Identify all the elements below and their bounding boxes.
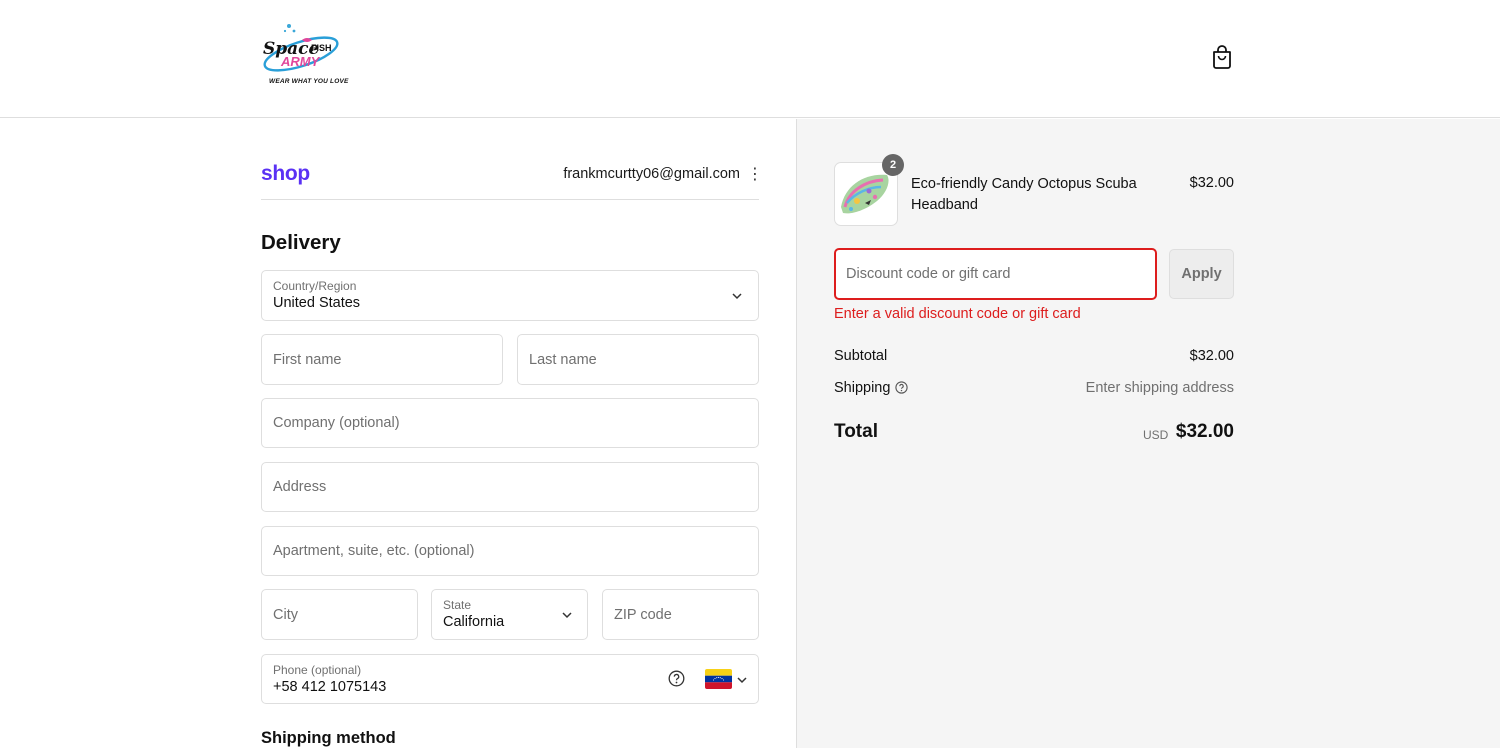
svg-text:FISH: FISH bbox=[311, 43, 332, 53]
last-name-field[interactable]: Last name bbox=[517, 334, 759, 385]
chevron-down-icon[interactable] bbox=[736, 674, 748, 686]
subtotal-label: Subtotal bbox=[834, 348, 888, 364]
apartment-placeholder: Apartment, suite, etc. (optional) bbox=[273, 543, 475, 559]
svg-text:ARMY: ARMY bbox=[280, 54, 321, 69]
state-label: State bbox=[443, 598, 472, 612]
country-value: United States bbox=[273, 295, 361, 311]
city-placeholder: City bbox=[273, 606, 298, 623]
page-header: Space FISH ARMY WEAR WHAT YOU LOVE bbox=[0, 0, 1500, 118]
help-circle-icon[interactable] bbox=[668, 670, 685, 687]
product-price: $32.00 bbox=[1189, 175, 1234, 191]
zip-field[interactable]: ZIP code bbox=[602, 589, 759, 640]
divider bbox=[261, 199, 759, 200]
total-value: $32.00 bbox=[1175, 421, 1234, 442]
address-placeholder: Address bbox=[273, 479, 327, 495]
delivery-heading: Delivery bbox=[261, 231, 341, 254]
company-field[interactable]: Company (optional) bbox=[261, 398, 759, 448]
discount-code-input[interactable]: Discount code or gift card bbox=[834, 248, 1157, 300]
city-field[interactable]: City bbox=[261, 589, 418, 640]
chevron-down-icon bbox=[562, 612, 572, 619]
shipping-value: Enter shipping address bbox=[1085, 380, 1234, 396]
quantity-badge: 2 bbox=[882, 154, 904, 176]
first-name-field[interactable]: First name bbox=[261, 334, 503, 385]
logo-tagline: WEAR WHAT YOU LOVE bbox=[269, 78, 349, 85]
chevron-down-icon bbox=[732, 293, 742, 300]
subtotal-value: $32.00 bbox=[1189, 348, 1234, 364]
apply-discount-button[interactable]: Apply bbox=[1169, 249, 1234, 299]
help-circle-icon[interactable] bbox=[895, 381, 908, 394]
shopping-bag-icon[interactable] bbox=[1210, 44, 1234, 70]
zip-placeholder: ZIP code bbox=[614, 606, 672, 623]
phone-value: +58 412 1075143 bbox=[273, 679, 387, 695]
state-value: California bbox=[443, 614, 505, 630]
first-name-placeholder: First name bbox=[273, 351, 342, 368]
company-placeholder: Company (optional) bbox=[273, 415, 400, 431]
venezuela-flag-icon[interactable] bbox=[705, 669, 732, 689]
phone-label: Phone (optional) bbox=[273, 663, 362, 677]
total-label: Total bbox=[834, 421, 878, 442]
account-email: frankmcurtty06@gmail.com bbox=[563, 166, 740, 182]
discount-placeholder: Discount code or gift card bbox=[846, 266, 1011, 282]
shipping-method-heading: Shipping method bbox=[261, 729, 396, 747]
product-name: Eco-friendly Candy Octopus Scuba Headban… bbox=[911, 176, 1137, 213]
address-field[interactable]: Address bbox=[261, 462, 759, 512]
kebab-menu-icon[interactable]: ⋮ bbox=[747, 167, 763, 183]
total-currency: USD bbox=[1143, 428, 1169, 442]
shop-pay-logo: shop bbox=[261, 162, 310, 185]
last-name-placeholder: Last name bbox=[529, 351, 597, 368]
shipping-label: Shipping bbox=[834, 380, 891, 396]
discount-error-message: Enter a valid discount code or gift card bbox=[834, 306, 1081, 322]
country-select[interactable]: Country/Region United States bbox=[261, 270, 759, 321]
state-select[interactable]: State California bbox=[431, 589, 588, 640]
country-label: Country/Region bbox=[273, 279, 357, 293]
apartment-field[interactable]: Apartment, suite, etc. (optional) bbox=[261, 526, 759, 576]
